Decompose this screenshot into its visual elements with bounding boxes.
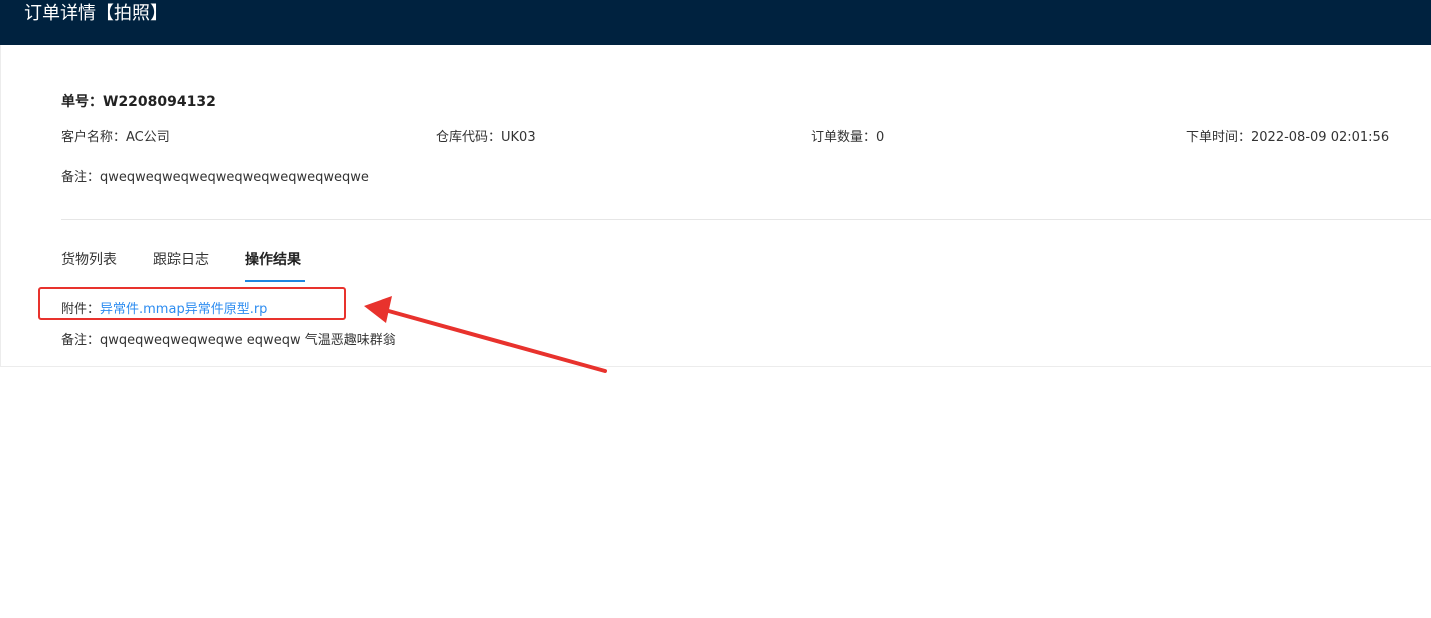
annotation-arrow-icon bbox=[364, 296, 607, 373]
